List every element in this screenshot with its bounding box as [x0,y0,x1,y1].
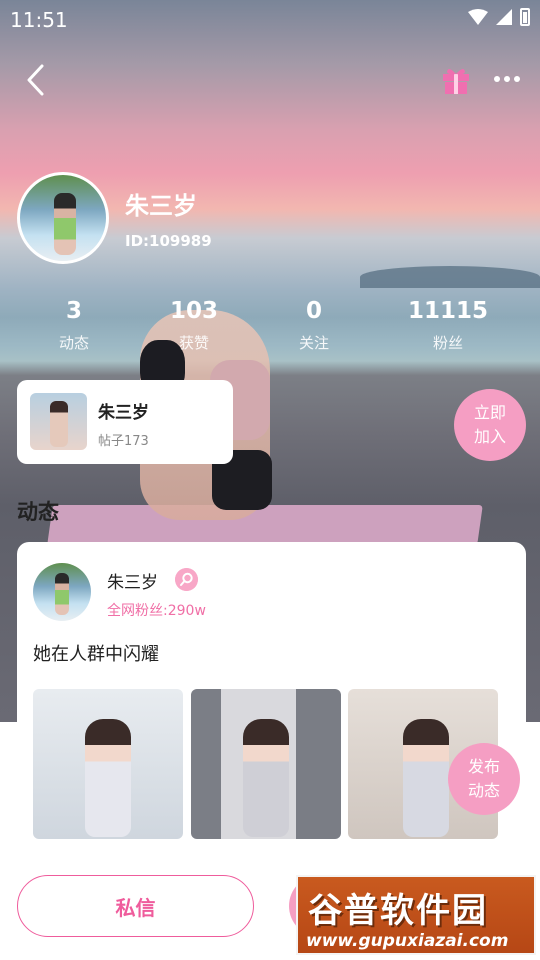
stat-value: 103 [169,298,218,324]
watermark: 谷普软件园 www.gupuxiazai.com [296,875,536,955]
back-arrow-icon[interactable] [22,62,52,98]
post-image-2[interactable] [191,689,341,839]
status-time: 11:51 [10,8,68,32]
wifi-icon [468,9,488,25]
stat-label: 关注 [298,334,329,352]
watermark-url: www.gupuxiazai.com [306,931,509,951]
cover-yoga-mat [47,505,483,545]
profile-name: 朱三岁 [125,192,197,220]
stat-posts[interactable]: 3 动态 [24,298,124,353]
circle-name: 朱三岁 [98,403,149,423]
circle-thumbnail [30,393,87,450]
stat-following[interactable]: 0 关注 [264,298,364,353]
profile-avatar[interactable] [17,172,109,264]
stat-label: 粉丝 [432,334,463,352]
gift-icon[interactable] [442,67,470,95]
post-image-1[interactable] [33,689,183,839]
more-dots-icon[interactable] [494,76,520,86]
stat-label: 动态 [58,334,89,352]
profile-id: ID:109989 [125,232,212,250]
female-icon [175,568,198,591]
private-message-button[interactable]: 私信 [17,875,254,937]
join-button-line1: 立即 [473,403,506,422]
status-bar: 11:51 [0,0,540,36]
status-icons [468,8,530,26]
stat-value: 3 [65,298,82,324]
join-button-line2: 加入 [473,427,506,446]
stat-fans[interactable]: 11115 粉丝 [398,298,498,353]
cover-hills [360,266,540,288]
publish-post-button[interactable]: 发布 动态 [448,743,520,815]
stat-label: 获赞 [178,334,209,352]
stat-value: 11115 [407,298,489,324]
stat-value: 0 [305,298,322,324]
post-author-avatar[interactable] [33,563,91,621]
circle-card[interactable]: 朱三岁 帖子173 [17,380,233,464]
battery-icon [520,8,530,26]
publish-button-line2: 动态 [467,781,500,800]
watermark-title: 谷普软件园 [308,891,488,931]
section-title-posts: 动态 [17,500,59,524]
signal-icon [496,9,512,25]
publish-button-line1: 发布 [467,757,500,776]
circle-post-count: 帖子173 [98,434,149,449]
stat-likes[interactable]: 103 获赞 [144,298,244,353]
join-button[interactable]: 立即 加入 [454,389,526,461]
post-author-fans: 全网粉丝:290w [107,603,206,619]
post-text: 她在人群中闪耀 [33,644,159,665]
post-author-name[interactable]: 朱三岁 [107,568,158,593]
